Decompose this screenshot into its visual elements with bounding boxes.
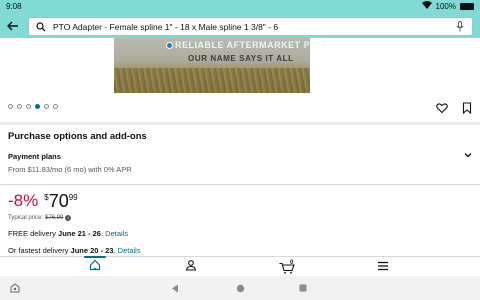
- brand-tagline: OUR NAME SAYS IT ALL: [188, 54, 294, 63]
- fast-delivery-prefix: Or fastest delivery: [8, 246, 69, 255]
- free-delivery-dates: June 21 - 26: [58, 229, 101, 238]
- chevron-down-icon[interactable]: [463, 147, 473, 158]
- price-divider: [0, 184, 480, 185]
- system-recents-icon[interactable]: [298, 283, 308, 293]
- search-query: PTO Adapter - Female spline 1" - 18 x Ma…: [53, 21, 279, 32]
- system-back-icon[interactable]: [170, 283, 180, 293]
- back-arrow-icon[interactable]: [6, 19, 20, 33]
- nav-cart[interactable]: 0: [272, 259, 302, 275]
- menu-icon: [377, 258, 389, 276]
- carousel-dot[interactable]: [44, 104, 49, 109]
- section-divider: [0, 122, 480, 125]
- discount-percent: -8%: [8, 191, 39, 210]
- fast-delivery-row: Or fastest delivery June 20 - 23. Detail…: [8, 246, 141, 255]
- purchase-options-title: Purchase options and add-ons: [8, 131, 147, 142]
- free-delivery-prefix: FREE delivery: [8, 229, 56, 238]
- payment-plans-label[interactable]: Payment plans: [8, 152, 61, 161]
- carousel-dot-active[interactable]: [35, 104, 40, 109]
- account-icon: [185, 258, 197, 276]
- typical-price-value: $76.99: [45, 215, 64, 221]
- bookmark-icon[interactable]: [462, 101, 472, 115]
- microphone-icon[interactable]: [454, 21, 466, 33]
- brand-logo: RELIABLE AFTERMARKET PARTS: [166, 40, 310, 50]
- battery-percent: 100%: [435, 1, 456, 11]
- fast-delivery-details-link[interactable]: Details: [118, 246, 141, 255]
- cart-icon: 0: [279, 260, 295, 274]
- fast-delivery-dates: June 20 - 23: [70, 246, 114, 255]
- battery-icon: [460, 2, 474, 10]
- nav-account[interactable]: [176, 259, 206, 275]
- brand-logo-mark: [166, 42, 173, 49]
- heart-icon[interactable]: [436, 101, 448, 114]
- free-delivery-suffix: .: [100, 229, 104, 238]
- typical-price-label: Typical price:: [8, 215, 44, 221]
- price-fraction: 99: [68, 193, 78, 202]
- system-home-icon[interactable]: [235, 283, 245, 293]
- home-icon: [89, 258, 101, 276]
- nav-menu[interactable]: [368, 259, 398, 275]
- app-drawer-icon[interactable]: [10, 283, 20, 293]
- carousel-dot[interactable]: [8, 104, 13, 109]
- bottom-navigation: 0: [0, 256, 480, 276]
- price-block: -8% $ 70 99: [8, 191, 78, 211]
- system-navigation-bar: [0, 276, 480, 300]
- price-whole: 70: [48, 191, 69, 211]
- nav-home[interactable]: [80, 259, 110, 275]
- free-delivery-details-link[interactable]: Details: [105, 229, 128, 238]
- brand-name: RELIABLE AFTERMARKET PARTS: [175, 40, 310, 50]
- payment-plans-detail: From $11.83/mo (6 mo) with 0% APR: [8, 165, 132, 174]
- image-carousel-dots[interactable]: [8, 104, 58, 109]
- product-image[interactable]: RELIABLE AFTERMARKET PARTS OUR NAME SAYS…: [114, 38, 310, 93]
- status-bar: 9:08 100%: [0, 0, 480, 14]
- status-right: 100%: [421, 1, 474, 11]
- free-delivery-row: FREE delivery June 21 - 26. Details: [8, 229, 128, 238]
- search-icon: [34, 20, 48, 34]
- status-time: 9:08: [6, 2, 22, 11]
- grass-background: [114, 68, 310, 93]
- typical-price-row: Typical price: $76.99 i: [8, 215, 72, 221]
- info-icon[interactable]: i: [65, 215, 72, 221]
- carousel-dot[interactable]: [26, 104, 31, 109]
- wifi-icon: [421, 1, 432, 11]
- app-screen: 9:08 100% PTO Adapter - Female spline 1"…: [0, 0, 480, 300]
- carousel-dot[interactable]: [17, 104, 22, 109]
- search-input[interactable]: PTO Adapter - Female spline 1" - 18 x Ma…: [28, 17, 473, 36]
- search-header: PTO Adapter - Female spline 1" - 18 x Ma…: [0, 14, 480, 38]
- fast-delivery-suffix: .: [113, 246, 116, 255]
- carousel-dot[interactable]: [53, 104, 58, 109]
- cart-count: 0: [290, 260, 294, 266]
